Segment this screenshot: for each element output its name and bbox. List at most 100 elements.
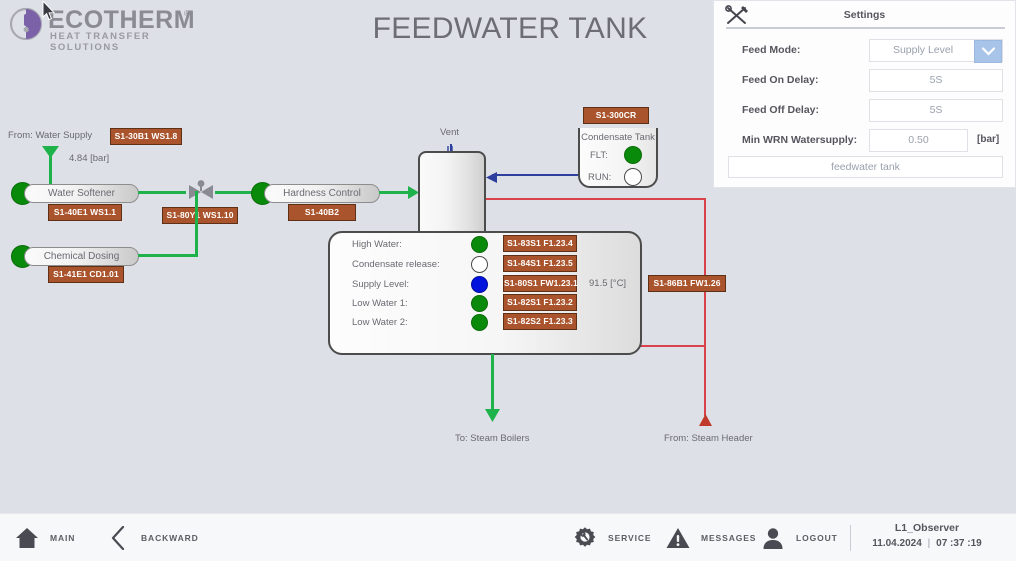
nav-backward-label: BACKWARD	[141, 533, 199, 543]
setting-row-feed-mode: Feed Mode: Supply Level	[728, 39, 1003, 63]
brand-tagline: HEAT TRANSFER SOLUTIONS	[50, 31, 151, 53]
min-wrn-watersupply-input[interactable]: 0.50	[869, 129, 968, 152]
pipe-tank-outlet	[491, 354, 494, 411]
min-wrn-watersupply-label: Min WRN Watersupply:	[742, 134, 858, 146]
water-supply-source-label: From: Water Supply	[8, 130, 93, 141]
feed-on-delay-label: Feed On Delay:	[742, 74, 819, 86]
condensate-flt-indicator	[624, 146, 642, 164]
setting-row-feed-on-delay: Feed On Delay: 5S	[728, 69, 1003, 92]
tag-s1-83s1[interactable]: S1-83S1 F1.23.4	[503, 235, 577, 252]
chevron-left-icon	[105, 525, 131, 551]
nav-service-label: SERVICE	[608, 533, 652, 543]
ecotherm-logo-icon	[8, 6, 44, 42]
tag-s1-82s2[interactable]: S1-82S2 F1.23.3	[503, 313, 577, 330]
settings-name-field[interactable]: feedwater tank	[728, 156, 1003, 178]
status-indicator-high-water	[471, 236, 488, 253]
nav-main-button[interactable]: MAIN	[14, 514, 75, 561]
settings-header: Settings	[714, 1, 1015, 27]
chevron-down-icon[interactable]	[974, 40, 1002, 63]
tag-s1-30b1[interactable]: S1-30B1 WS1.8	[110, 128, 182, 145]
warning-triangle-icon	[665, 525, 691, 551]
tag-s1-84s1[interactable]: S1-84S1 F1.23.5	[503, 255, 577, 272]
nav-messages-button[interactable]: MESSAGES	[665, 514, 756, 561]
feed-off-delay-label: Feed Off Delay:	[742, 104, 820, 116]
equipment-hardness-control[interactable]: Hardness Control	[264, 184, 380, 203]
feedwater-tank-body	[418, 151, 486, 231]
feed-off-delay-input[interactable]: 5S	[869, 99, 1003, 122]
condensate-flt-label: FLT:	[590, 150, 608, 161]
condensate-run-label: RUN:	[588, 172, 612, 183]
user-datetime: 11.04.2024 | 07 :37 :19	[852, 538, 1002, 549]
pipe-dosing-riser	[195, 191, 198, 257]
current-time: 07 :37 :19	[936, 538, 982, 549]
user-name: L1_Observer	[894, 522, 960, 534]
valve-icon[interactable]	[186, 178, 216, 207]
tag-s1-80s1[interactable]: S1-80S1 FW1.23.1	[503, 275, 578, 292]
settings-panel: Settings Feed Mode: Supply Level Feed On…	[713, 0, 1016, 188]
equipment-water-softener[interactable]: Water Softener	[24, 184, 139, 203]
user-session-info: L1_Observer 11.04.2024 | 07 :37 :19	[852, 522, 1002, 549]
status-indicator-supply-level	[471, 276, 488, 293]
status-indicator-low-water-2	[471, 314, 488, 331]
steam-boilers-outlet-label: To: Steam Boilers	[455, 433, 530, 444]
steam-header-inlet-arrow-icon	[699, 413, 712, 431]
condensate-tank-panel: Condensate Tank FLT: RUN:	[578, 128, 658, 188]
setting-row-feed-off-delay: Feed Off Delay: 5S	[728, 99, 1003, 122]
footer-divider	[850, 525, 851, 551]
nav-logout-label: LOGOUT	[796, 533, 838, 543]
status-indicator-low-water-1	[471, 295, 488, 312]
condensate-run-indicator	[624, 168, 642, 186]
setting-row-min-wrn-watersupply: Min WRN Watersupply: 0.50 [bar]	[728, 129, 1003, 152]
settings-title: Settings	[843, 9, 886, 21]
status-label-low-water-1: Low Water 1:	[352, 298, 408, 309]
footer-nav: MAIN BACKWARD SERVICE MESSAGES LOGOUT L1…	[0, 513, 1016, 561]
pipe-steam-header-top	[486, 198, 706, 200]
pipe-steam-header-riser	[704, 198, 706, 416]
steam-header-inlet-label: From: Steam Header	[664, 433, 753, 444]
condensate-tank-title: Condensate Tank	[581, 132, 655, 143]
nav-logout-button[interactable]: LOGOUT	[760, 514, 838, 561]
tank-temperature-value: 91.5 [°C]	[589, 278, 627, 289]
status-label-high-water: High Water:	[352, 239, 402, 250]
feed-mode-value: Supply Level	[892, 44, 954, 56]
brand-logo: ECOTHERM ® HEAT TRANSFER SOLUTIONS	[8, 4, 208, 53]
tag-s1-82s1[interactable]: S1-82S1 F1.23.2	[503, 294, 577, 311]
brand-trademark: ®	[184, 9, 190, 18]
status-label-supply-level: Supply Level:	[352, 279, 410, 290]
tag-s1-86b1[interactable]: S1-86B1 FW1.26	[648, 275, 726, 292]
nav-main-label: MAIN	[50, 533, 76, 543]
min-wrn-watersupply-unit: [bar]	[977, 134, 1000, 145]
pipe-valve-to-hardness	[215, 191, 255, 194]
supply-inlet-arrow-icon	[42, 146, 59, 164]
tag-s1-41e1[interactable]: S1-41E1 CD1.01	[48, 266, 124, 283]
steam-boilers-outlet-arrow-icon	[485, 409, 500, 427]
feed-on-delay-input[interactable]: 5S	[869, 69, 1003, 92]
nav-messages-label: MESSAGES	[701, 533, 757, 543]
mouse-pointer-icon	[42, 0, 56, 21]
pipe-condensate-return	[492, 174, 578, 176]
home-icon	[14, 525, 40, 551]
tag-s1-40e1[interactable]: S1-40E1 WS1.1	[48, 204, 122, 221]
gear-wrench-icon	[572, 525, 598, 551]
tag-s1-80y1[interactable]: S1-80Y1 WS1.10	[162, 207, 238, 224]
user-icon	[760, 525, 786, 551]
hmi-screen: ECOTHERM ® HEAT TRANSFER SOLUTIONS FEEDW…	[0, 0, 1016, 561]
tag-s1-40b2[interactable]: S1-40B2	[288, 204, 356, 221]
nav-service-button[interactable]: SERVICE	[572, 514, 651, 561]
status-label-low-water-2: Low Water 2:	[352, 317, 408, 328]
condensate-arrow-icon	[486, 170, 497, 188]
datetime-separator: |	[927, 538, 931, 549]
vent-label: Vent	[440, 127, 460, 138]
feed-mode-label: Feed Mode:	[742, 44, 801, 56]
nav-backward-button[interactable]: BACKWARD	[105, 514, 199, 561]
equipment-chemical-dosing[interactable]: Chemical Dosing	[24, 247, 139, 266]
status-label-condensate-release: Condensate release:	[352, 259, 440, 270]
pipe-softener-to-valve	[138, 191, 186, 194]
status-indicator-condensate-release	[471, 256, 488, 273]
feed-mode-select[interactable]: Supply Level	[869, 39, 1003, 63]
tag-s1-300cr[interactable]: S1-300CR	[583, 107, 649, 124]
page-title: FEEDWATER TANK	[372, 12, 648, 45]
pipe-dosing-horizontal	[138, 254, 198, 257]
settings-divider	[726, 27, 1005, 29]
current-date: 11.04.2024	[872, 538, 922, 549]
